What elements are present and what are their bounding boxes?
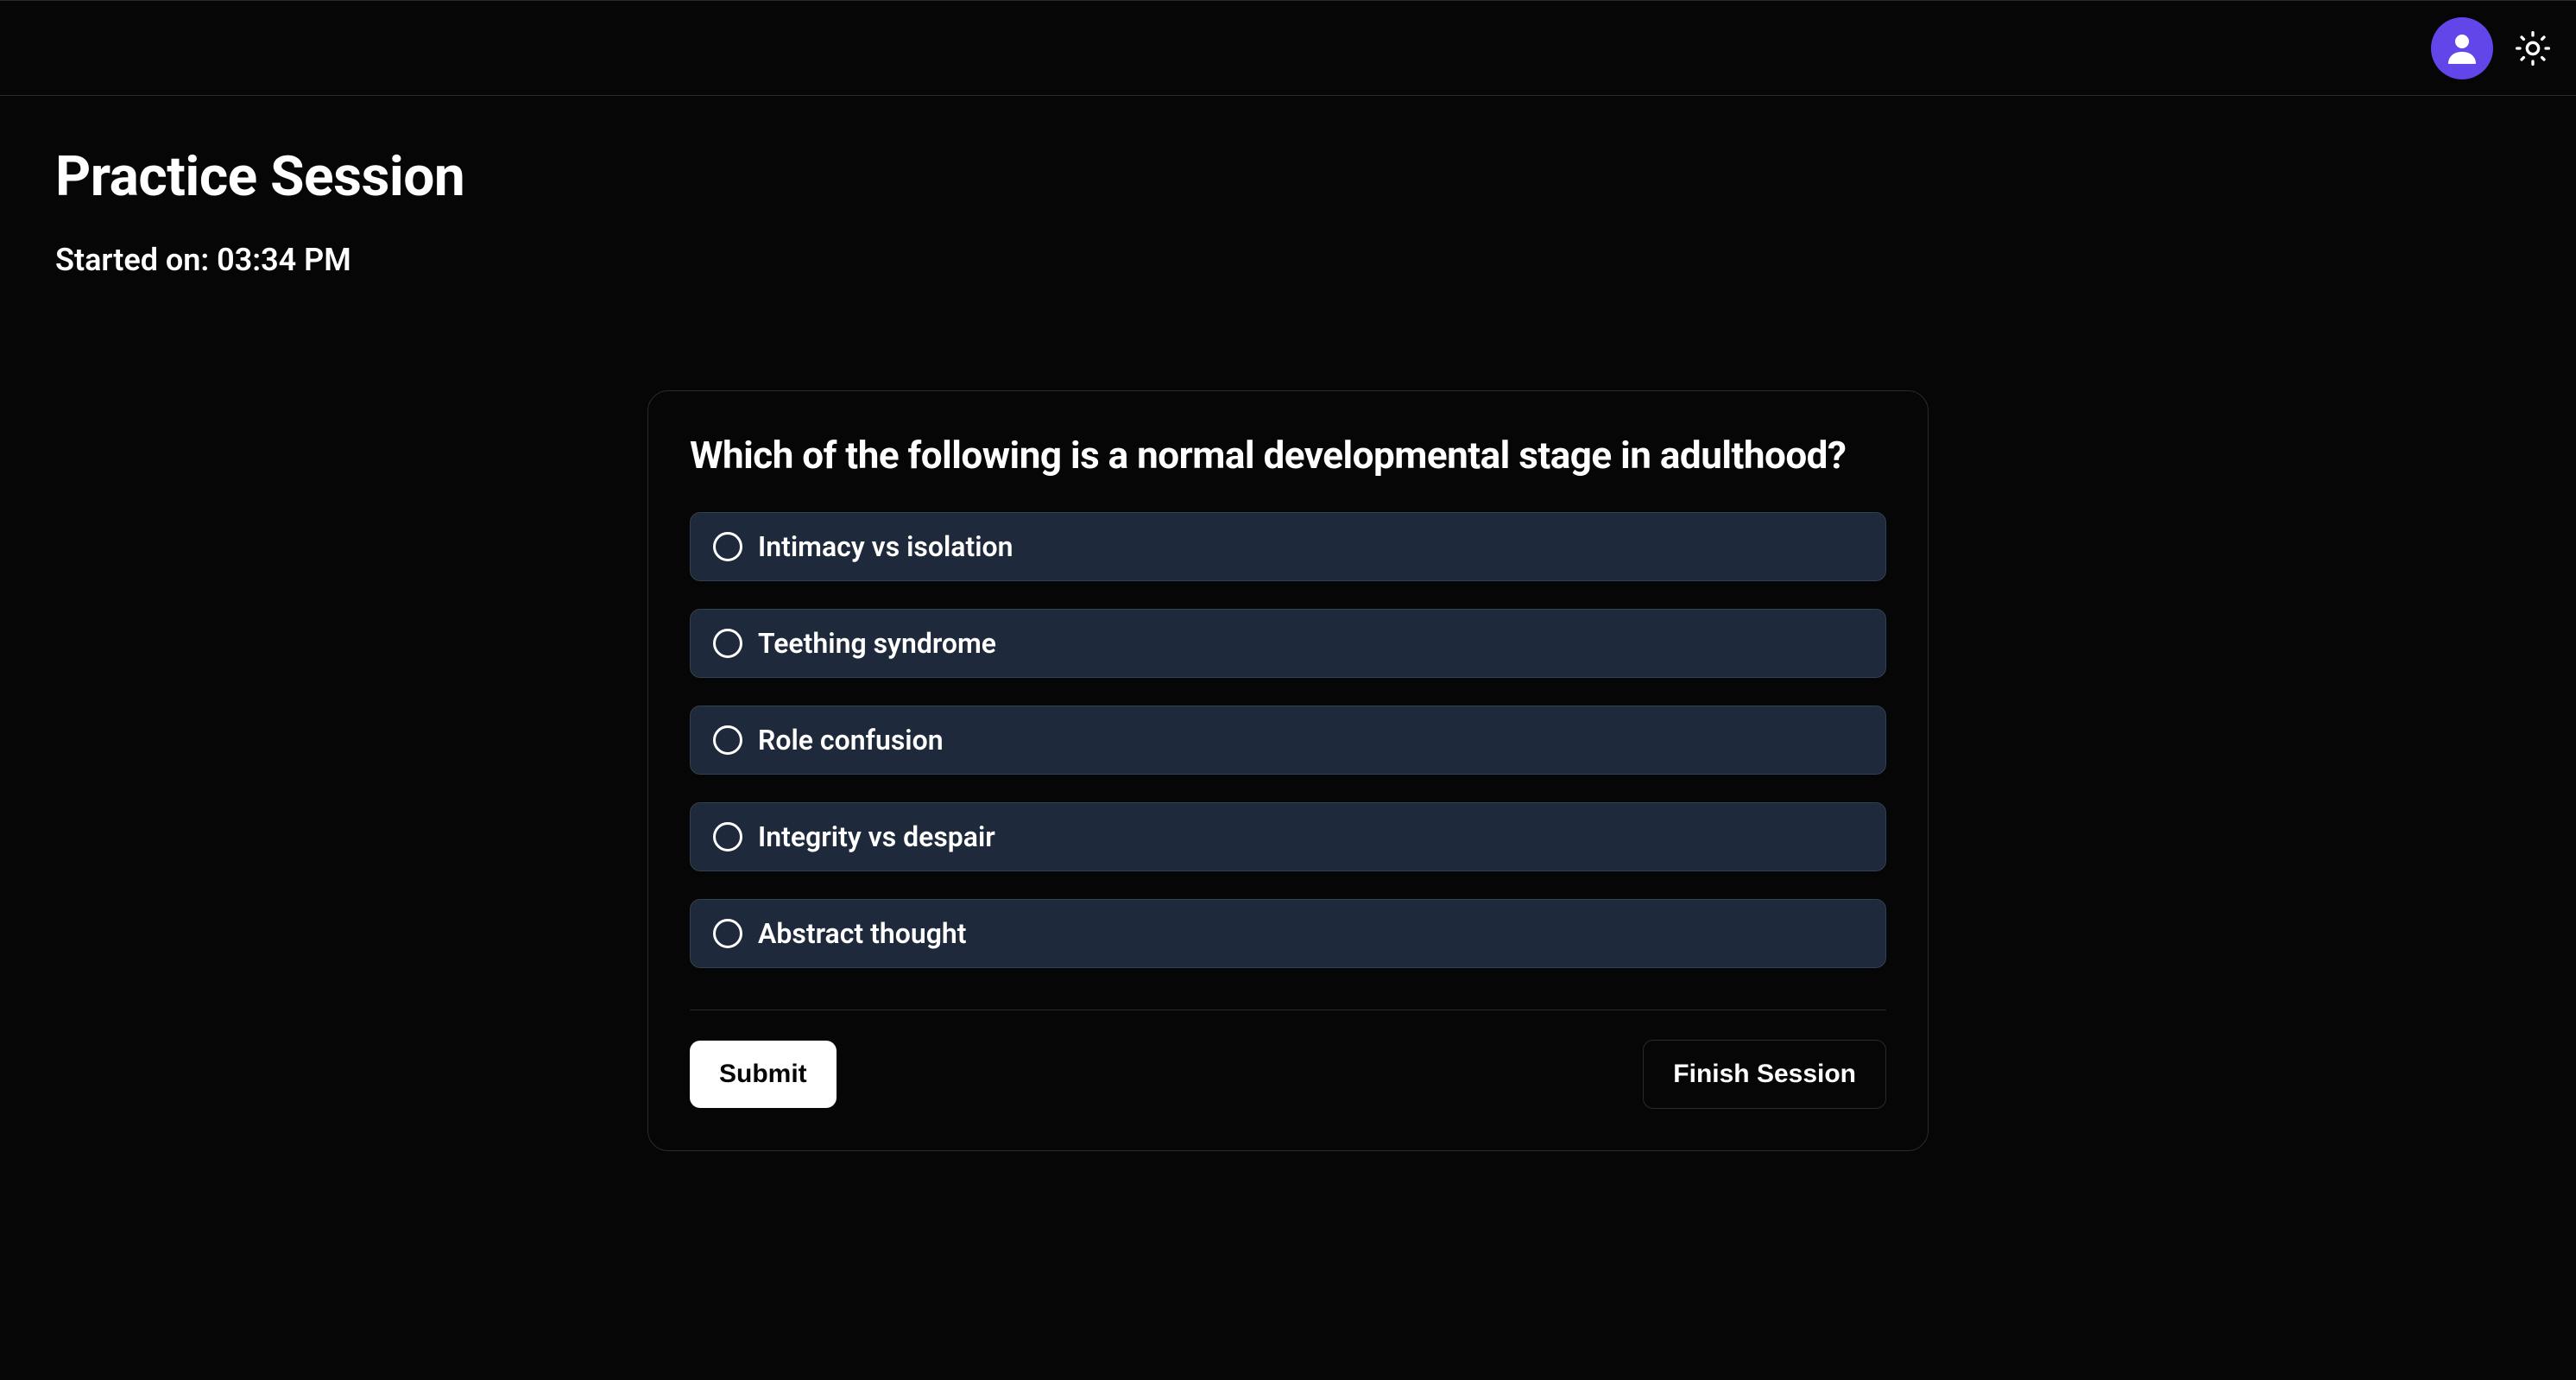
sun-icon	[2516, 31, 2550, 66]
option-label: Teething syndrome	[758, 627, 996, 660]
options-list: Intimacy vs isolation Teething syndrome …	[690, 512, 1886, 968]
question-text: Which of the following is a normal devel…	[690, 433, 1886, 478]
person-icon	[2441, 28, 2483, 69]
avatar[interactable]	[2431, 17, 2493, 79]
option-label: Abstract thought	[758, 917, 967, 950]
radio-icon	[713, 822, 742, 851]
option-2[interactable]: Role confusion	[690, 706, 1886, 775]
option-label: Intimacy vs isolation	[758, 530, 1013, 563]
submit-button[interactable]: Submit	[690, 1041, 837, 1108]
option-label: Integrity vs despair	[758, 820, 995, 853]
option-0[interactable]: Intimacy vs isolation	[690, 512, 1886, 581]
page-title: Practice Session	[55, 144, 2521, 209]
radio-icon	[713, 532, 742, 561]
option-label: Role confusion	[758, 724, 944, 756]
finish-session-button[interactable]: Finish Session	[1643, 1040, 1886, 1109]
option-1[interactable]: Teething syndrome	[690, 609, 1886, 678]
started-on-text: Started on: 03:34 PM	[55, 242, 2521, 278]
option-4[interactable]: Abstract thought	[690, 899, 1886, 968]
actions-row: Submit Finish Session	[690, 1040, 1886, 1109]
question-card: Which of the following is a normal devel…	[647, 390, 1929, 1151]
radio-icon	[713, 725, 742, 755]
page-content: Practice Session Started on: 03:34 PM Wh…	[0, 96, 2576, 1200]
radio-icon	[713, 629, 742, 658]
theme-toggle-button[interactable]	[2514, 29, 2552, 67]
top-bar	[0, 0, 2576, 96]
card-wrapper: Which of the following is a normal devel…	[55, 390, 2521, 1151]
radio-icon	[713, 919, 742, 948]
option-3[interactable]: Integrity vs despair	[690, 802, 1886, 871]
